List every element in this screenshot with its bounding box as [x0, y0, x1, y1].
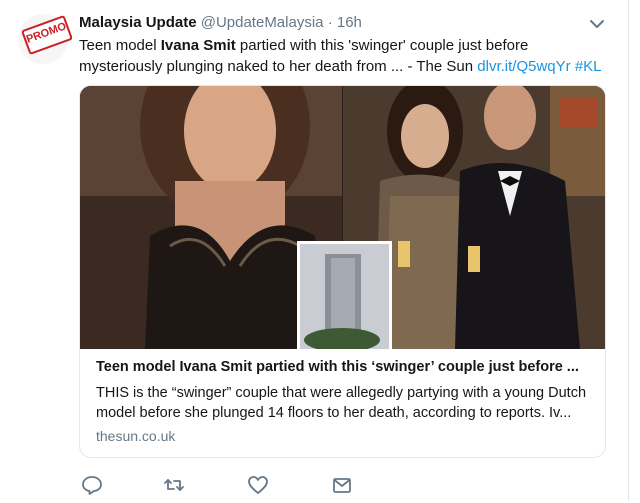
- link-card[interactable]: Teen model Ivana Smit partied with this …: [79, 85, 606, 458]
- timeline-divider: [628, 0, 629, 501]
- separator-dot: ·: [327, 14, 333, 31]
- card-description: THIS is the “swinger” couple that were a…: [96, 385, 587, 421]
- envelope-icon[interactable]: [329, 472, 355, 498]
- card-domain: thesun.co.uk: [96, 428, 176, 444]
- card-title: Teen model Ivana Smit partied with this …: [96, 359, 579, 375]
- avatar[interactable]: PROMO: [18, 14, 74, 64]
- reply-icon[interactable]: [79, 472, 105, 498]
- tweet-link[interactable]: dlvr.it/Q5wqYr: [477, 58, 570, 75]
- tweet[interactable]: PROMO Malaysia Update @UpdateMalaysia · …: [0, 0, 640, 501]
- hashtag-link[interactable]: #KL: [575, 58, 602, 75]
- user-handle[interactable]: @UpdateMalaysia: [201, 14, 324, 31]
- tweet-text: Teen model Ivana Smit partied with this …: [79, 35, 614, 77]
- tweet-text-part1: Teen model: [79, 37, 161, 54]
- retweet-icon[interactable]: [161, 472, 187, 498]
- chevron-down-icon[interactable]: [586, 14, 608, 34]
- heart-icon[interactable]: [245, 472, 271, 498]
- display-name[interactable]: Malaysia Update: [79, 14, 197, 31]
- card-image[interactable]: [80, 86, 605, 352]
- timestamp[interactable]: 16h: [337, 14, 362, 31]
- tweet-text-bold: Ivana Smit: [160, 37, 236, 54]
- tweet-header: Malaysia Update @UpdateMalaysia · 16h: [79, 14, 362, 34]
- tweet-actions: [79, 472, 379, 498]
